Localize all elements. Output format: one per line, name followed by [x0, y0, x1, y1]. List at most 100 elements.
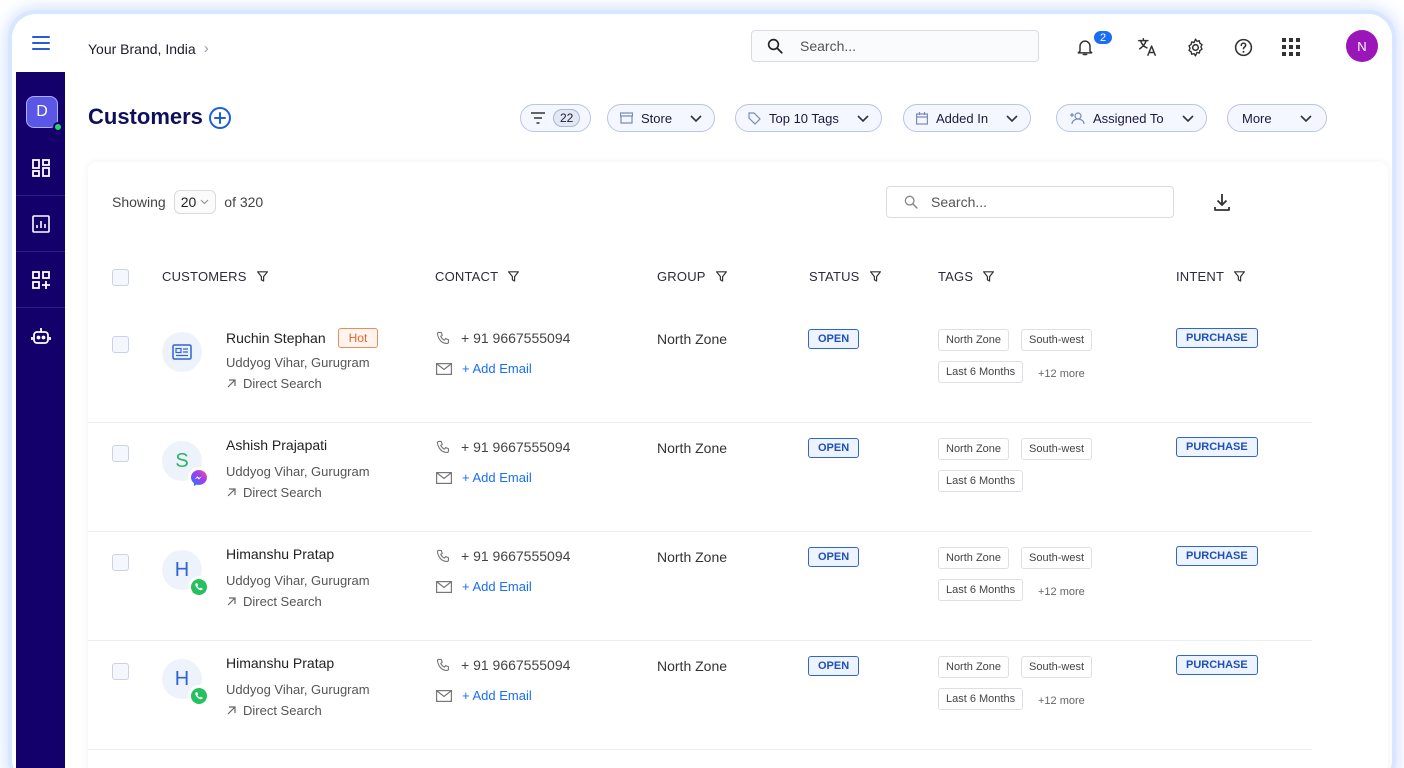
- add-email-link[interactable]: + Add Email: [436, 688, 532, 703]
- customer-source: Direct Search: [226, 376, 322, 391]
- store-icon: [620, 112, 633, 124]
- group-value: North Zone: [657, 658, 728, 674]
- more-tags-link[interactable]: +12 more: [1038, 586, 1085, 598]
- table-row[interactable]: S Ashish Prajapati Uddyog Vihar, Gurugra…: [88, 423, 1312, 532]
- contact-phone: + 91 9667555094: [436, 439, 570, 455]
- row-checkbox[interactable]: [112, 663, 129, 680]
- download-icon[interactable]: [1212, 192, 1232, 212]
- customer-name[interactable]: Himanshu Pratap: [226, 546, 334, 562]
- phone-icon: [436, 549, 450, 562]
- messenger-icon: [188, 467, 210, 489]
- dashboard-icon[interactable]: [16, 140, 65, 196]
- filter-funnel-icon[interactable]: [508, 271, 520, 282]
- showing-label: Showing: [112, 194, 166, 210]
- bot-icon[interactable]: [16, 308, 65, 364]
- chevron-down-icon: [690, 111, 702, 126]
- translate-icon[interactable]: [1136, 36, 1158, 58]
- phone-icon: [436, 658, 450, 671]
- menu-icon[interactable]: [32, 36, 50, 50]
- select-all-checkbox[interactable]: [112, 269, 129, 286]
- global-search-input[interactable]: [800, 38, 1000, 54]
- page-size-select[interactable]: 20: [173, 190, 217, 214]
- customer-name[interactable]: Himanshu Pratap: [226, 655, 334, 671]
- chevron-down-icon: [200, 199, 209, 205]
- brand-name: Your Brand, India: [88, 40, 196, 57]
- table-row[interactable]: Ruchin Stephan Hot Uddyog Vihar, Gurugra…: [88, 314, 1312, 423]
- column-header-status[interactable]: STATUS: [809, 269, 881, 284]
- status-badge: OPEN: [808, 438, 860, 458]
- group-value: North Zone: [657, 549, 728, 565]
- tag-chip: Last 6 Months: [938, 361, 1024, 383]
- phone-text: + 91 9667555094: [461, 330, 571, 346]
- row-checkbox[interactable]: [112, 336, 129, 353]
- table-search-input[interactable]: [931, 194, 1151, 210]
- column-header-customers[interactable]: CUSTOMERS: [162, 269, 268, 284]
- customer-location: Uddyog Vihar, Gurugram: [226, 355, 370, 370]
- search-icon: [904, 195, 918, 209]
- column-header-group[interactable]: GROUP: [657, 269, 727, 284]
- customers-table-card: Showing 20 of 320 CUSTOMERS CONTACT GROU…: [88, 162, 1388, 768]
- phone-text: + 91 9667555094: [461, 439, 571, 455]
- more-tags-link[interactable]: +12 more: [1038, 695, 1085, 707]
- intent-badge: PURCHASE: [1176, 655, 1258, 675]
- customer-name-text: Himanshu Pratap: [226, 546, 335, 562]
- source-text: Direct Search: [243, 703, 322, 718]
- assigned-to-filter-dropdown[interactable]: Assigned To: [1056, 104, 1207, 132]
- more-filters-dropdown[interactable]: More: [1227, 104, 1327, 132]
- column-header-intent[interactable]: INTENT: [1176, 269, 1246, 284]
- customer-location: Uddyog Vihar, Gurugram: [226, 573, 370, 588]
- add-email-text: + Add Email: [462, 579, 532, 594]
- phone-text: + 91 9667555094: [461, 657, 571, 673]
- filter-funnel-icon[interactable]: [256, 271, 268, 282]
- tag-chip: Last 6 Months: [938, 470, 1024, 492]
- sidebar: D: [16, 72, 65, 768]
- tag-chip: South-west: [1021, 656, 1093, 678]
- add-email-link[interactable]: + Add Email: [436, 579, 532, 594]
- add-email-link[interactable]: + Add Email: [436, 361, 532, 376]
- column-label: TAGS: [938, 269, 974, 284]
- more-tags-link[interactable]: +12 more: [1038, 368, 1085, 380]
- apps-grid-icon[interactable]: [1280, 36, 1302, 58]
- filter-count-chip[interactable]: 22: [520, 104, 592, 132]
- column-label: GROUP: [657, 269, 706, 284]
- filter-funnel-icon[interactable]: [869, 271, 881, 282]
- row-checkbox[interactable]: [112, 554, 129, 571]
- column-label: CUSTOMERS: [162, 269, 247, 284]
- filter-funnel-icon[interactable]: [983, 271, 995, 282]
- apps-add-icon[interactable]: [16, 252, 65, 308]
- column-header-contact[interactable]: CONTACT: [435, 269, 520, 284]
- add-email-link[interactable]: + Add Email: [436, 470, 532, 485]
- row-checkbox[interactable]: [112, 445, 129, 462]
- column-header-tags[interactable]: TAGS: [938, 269, 995, 284]
- column-label: CONTACT: [435, 269, 499, 284]
- status-badge: OPEN: [808, 329, 860, 349]
- top-tags-filter-dropdown[interactable]: Top 10 Tags: [735, 104, 882, 132]
- contact-card-icon: [172, 344, 192, 360]
- group-value: North Zone: [657, 440, 728, 456]
- settings-gear-icon[interactable]: [1184, 36, 1206, 58]
- brand-breadcrumb[interactable]: Your Brand, India ›: [88, 40, 209, 57]
- pagination-summary: Showing 20 of 320: [112, 190, 263, 214]
- arrow-up-right-icon: [227, 597, 236, 606]
- tag-chip: North Zone: [938, 329, 1010, 351]
- store-filter-dropdown[interactable]: Store: [607, 104, 716, 132]
- add-customer-button[interactable]: [208, 106, 232, 130]
- mail-icon: [436, 362, 452, 375]
- customer-name[interactable]: Ruchin Stephan Hot: [226, 328, 379, 348]
- filter-count: 22: [553, 109, 581, 127]
- customer-name[interactable]: Ashish Prajapati: [226, 437, 327, 453]
- notification-count-badge: 2: [1092, 29, 1114, 46]
- filter-funnel-icon[interactable]: [715, 271, 727, 282]
- user-avatar[interactable]: N: [1346, 30, 1378, 62]
- reports-icon[interactable]: [16, 196, 65, 252]
- table-row[interactable]: H Himanshu Pratap Uddyog Vihar, Gurugram…: [88, 641, 1312, 750]
- tag-icon: [748, 111, 761, 125]
- customer-source: Direct Search: [226, 485, 322, 500]
- added-in-filter-dropdown[interactable]: Added In: [903, 104, 1032, 132]
- help-icon[interactable]: [1232, 36, 1254, 58]
- tag-chip: North Zone: [938, 656, 1010, 678]
- filter-funnel-icon[interactable]: [1234, 271, 1246, 282]
- source-text: Direct Search: [243, 485, 322, 500]
- table-row[interactable]: H Himanshu Pratap Uddyog Vihar, Gurugram…: [88, 532, 1312, 641]
- global-search: [751, 30, 1039, 62]
